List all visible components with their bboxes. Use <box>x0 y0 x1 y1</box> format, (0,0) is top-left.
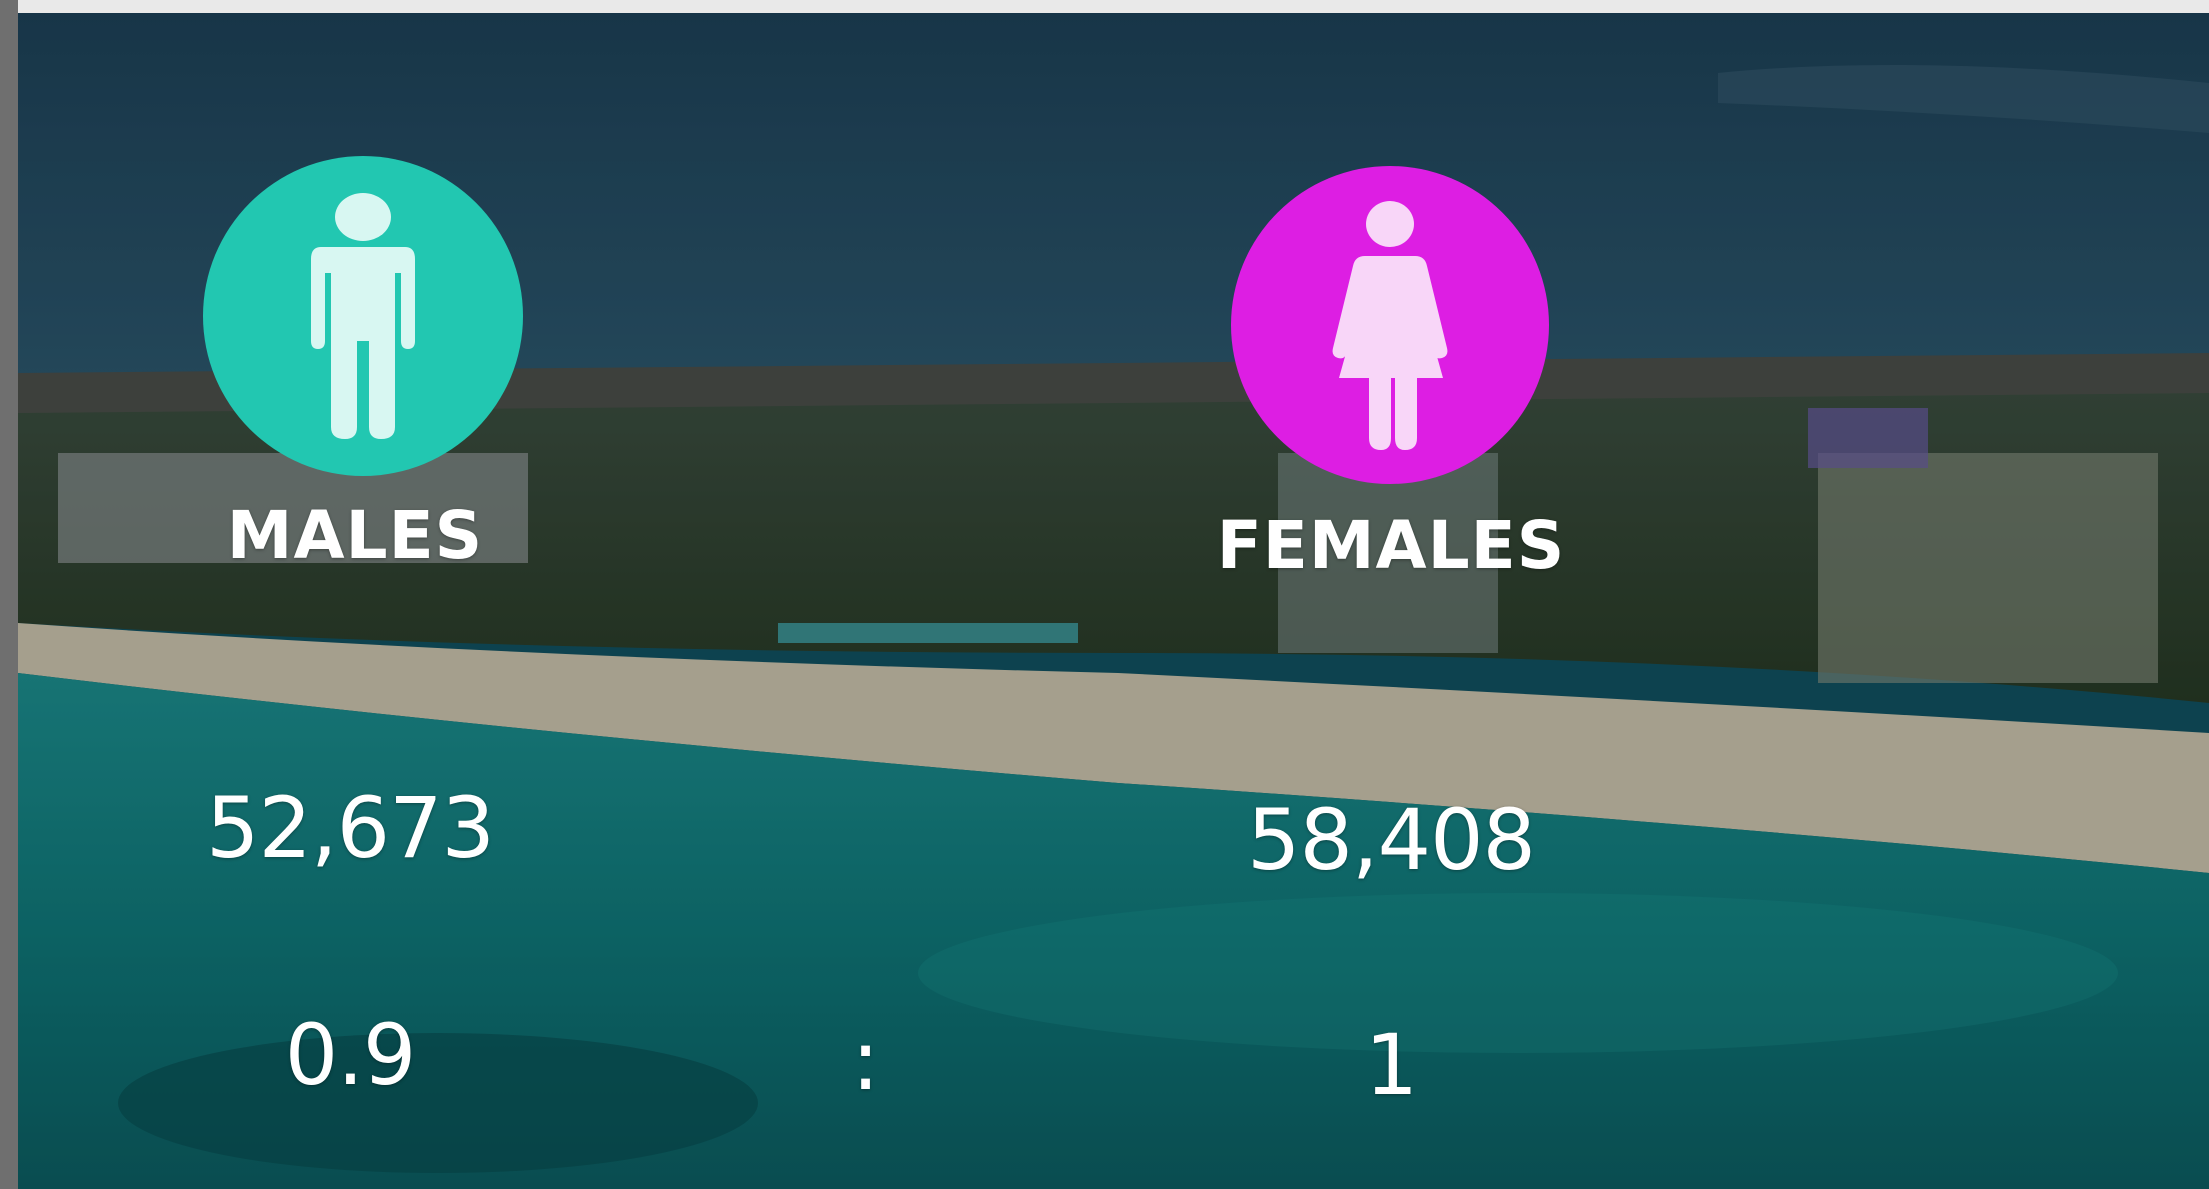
males-count: 52,673 <box>206 779 495 877</box>
female-icon <box>1332 201 1448 450</box>
male-icon <box>311 193 415 439</box>
males-ratio: 0.9 <box>284 1006 417 1104</box>
females-ratio: 1 <box>1364 1016 1418 1114</box>
screenshot-frame: MALES 52,673 0.9 FEMALES 58,408 1 : <box>0 0 2209 1189</box>
males-label: MALES <box>226 497 484 574</box>
female-icon-circle <box>1231 166 1549 484</box>
window-left-border <box>0 0 18 1189</box>
gender-stats-panel: MALES 52,673 0.9 FEMALES 58,408 1 : <box>18 13 2209 1189</box>
ratio-separator: : <box>851 1011 879 1109</box>
male-icon-circle <box>203 156 523 476</box>
females-label: FEMALES <box>1216 507 1566 584</box>
females-count: 58,408 <box>1247 791 1536 889</box>
